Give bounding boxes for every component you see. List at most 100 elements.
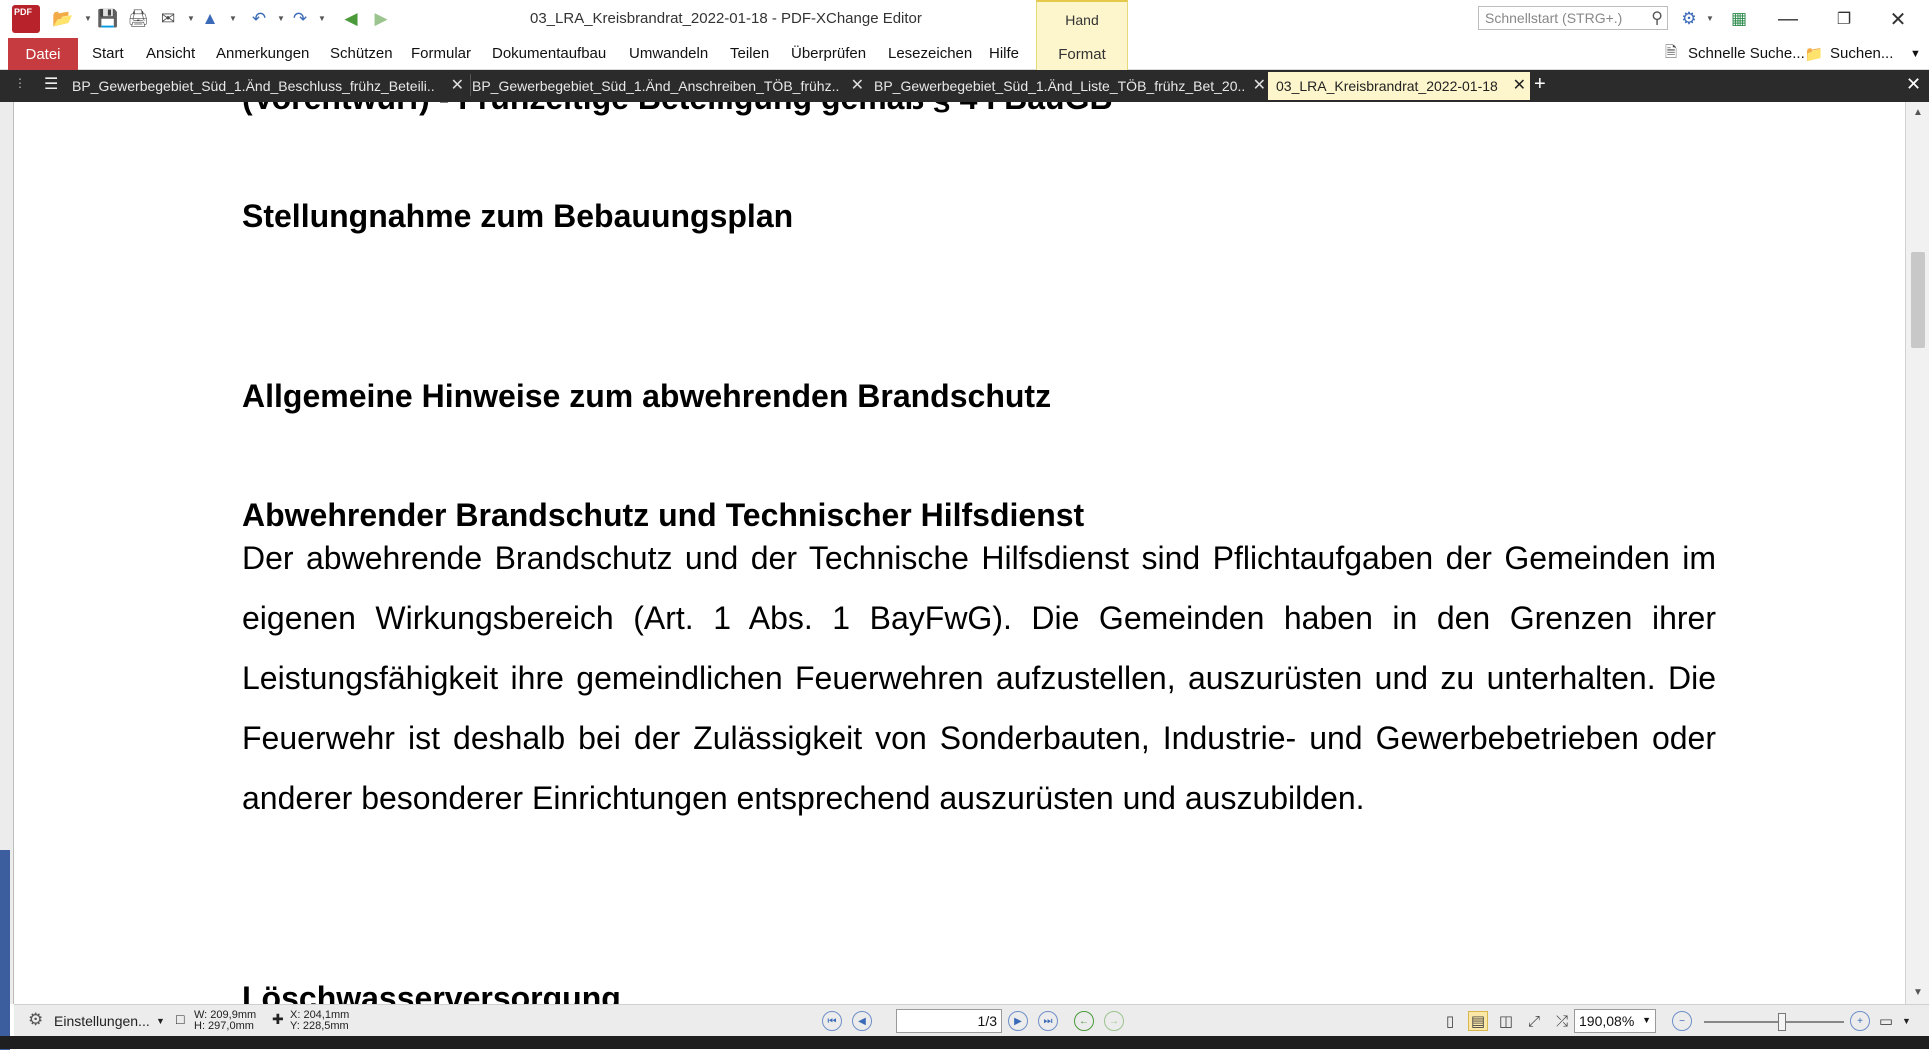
open-dropdown-icon[interactable]: ▼ bbox=[84, 14, 92, 24]
settings-dropdown-icon[interactable]: ▼ bbox=[156, 1016, 165, 1026]
menu-teilen[interactable]: Teilen bbox=[730, 45, 769, 62]
close-window-button[interactable]: ✕ bbox=[1880, 6, 1916, 32]
menu-ansicht[interactable]: Ansicht bbox=[146, 45, 195, 62]
app-logo-icon[interactable]: PDF bbox=[12, 5, 40, 33]
search-folder-icon[interactable]: 📁 bbox=[1803, 43, 1825, 65]
window-title: 03_LRA_Kreisbrandrat_2022-01-18 - PDF-XC… bbox=[530, 10, 922, 27]
undo-dropdown-icon[interactable]: ▼ bbox=[277, 14, 285, 24]
document-tab-bar: ⋮ ☰ BP_Gewerbegebiet_Süd_1.Änd_Beschluss… bbox=[0, 70, 1929, 102]
zoom-level-select[interactable]: 190,08% ▼ bbox=[1574, 1009, 1656, 1033]
cursor-y: Y: 228,5mm bbox=[290, 1020, 349, 1032]
tab-list-icon[interactable]: ☰ bbox=[44, 74, 58, 94]
menu-formular[interactable]: Formular bbox=[411, 45, 471, 62]
redo-dropdown-icon[interactable]: ▼ bbox=[318, 14, 326, 24]
next-view-icon[interactable]: → bbox=[1104, 1011, 1124, 1031]
taskbar-accent bbox=[0, 850, 10, 1050]
ribbon-collapse-icon[interactable]: ▼ bbox=[1910, 48, 1921, 60]
cut-off-heading-top: (Vorentwurf) - Frühzeitige Beteiligung g… bbox=[242, 102, 1113, 117]
tab-kreisbrandrat[interactable]: 03_LRA_Kreisbrandrat_2022-01-18 ✕ bbox=[1268, 72, 1530, 100]
settings-button[interactable]: Einstellungen... bbox=[54, 1013, 150, 1029]
restore-button[interactable]: ❐ bbox=[1826, 6, 1862, 32]
last-page-icon[interactable]: ⏭ bbox=[1038, 1011, 1058, 1031]
zoom-slider-thumb[interactable] bbox=[1778, 1013, 1786, 1031]
quick-search-button[interactable]: Schnelle Suche... bbox=[1688, 45, 1805, 62]
scrollbar-thumb[interactable] bbox=[1911, 252, 1925, 348]
continuous-view-icon[interactable]: ▤ bbox=[1468, 1011, 1488, 1031]
previous-page-icon[interactable]: ◀ bbox=[852, 1011, 872, 1031]
previous-view-icon[interactable]: ← bbox=[1074, 1011, 1094, 1031]
forward-view-icon[interactable]: ▶ bbox=[370, 8, 392, 30]
page-number-input[interactable]: 1/3 bbox=[896, 1009, 1002, 1033]
tab-label: BP_Gewerbegebiet_Süd_1.Änd_Anschreiben_T… bbox=[472, 78, 840, 94]
fit-page-icon[interactable]: ⤢ bbox=[1524, 1011, 1544, 1031]
search-button[interactable]: Suchen... bbox=[1830, 45, 1893, 62]
document-viewport[interactable]: (Vorentwurf) - Frühzeitige Beteiligung g… bbox=[14, 102, 1905, 1004]
redo-icon[interactable]: ↷ bbox=[289, 8, 311, 30]
fullscreen-icon[interactable]: ▦ bbox=[1728, 8, 1750, 30]
layout-dropdown-icon[interactable]: ▼ bbox=[1902, 1016, 1911, 1026]
save-icon[interactable]: 💾 bbox=[97, 8, 119, 30]
menu-file[interactable]: Datei bbox=[8, 38, 78, 70]
menu-umwandeln[interactable]: Umwandeln bbox=[629, 45, 708, 62]
menu-schuetzen[interactable]: Schützen bbox=[330, 45, 393, 62]
open-folder-icon[interactable]: 📂 bbox=[52, 8, 74, 30]
close-icon[interactable]: ✕ bbox=[851, 75, 864, 95]
page-number-value: 1/3 bbox=[977, 1013, 997, 1029]
tab-label: BP_Gewerbegebiet_Süd_1.Änd_Beschluss_frü… bbox=[72, 78, 435, 94]
close-all-tabs-icon[interactable]: ✕ bbox=[1906, 74, 1921, 95]
new-tab-icon[interactable]: + bbox=[1534, 73, 1546, 96]
scan-icon[interactable]: ▲ bbox=[199, 8, 221, 30]
tab-grip-icon[interactable]: ⋮ bbox=[14, 76, 26, 90]
zoom-out-icon[interactable]: − bbox=[1672, 1011, 1692, 1031]
title-bar: PDF 📂 ▼ 💾 🖨 ✉ ▼ ▲ ▼ ↶ ▼ ↷ ▼ ◀ ▶ 03_LRA_K… bbox=[0, 0, 1929, 38]
menu-hilfe[interactable]: Hilfe bbox=[989, 45, 1019, 62]
menu-format[interactable]: Format bbox=[1036, 38, 1128, 70]
ribbon-menu-bar: Datei Start Ansicht Anmerkungen Schützen… bbox=[0, 38, 1929, 70]
body-paragraph: Der abwehrende Brandschutz und der Techn… bbox=[242, 540, 1716, 816]
vertical-scrollbar[interactable]: ▲ ▼ bbox=[1905, 102, 1929, 1004]
close-icon[interactable]: ✕ bbox=[451, 75, 464, 95]
ui-options-icon[interactable]: ⚙ bbox=[1678, 8, 1700, 30]
page-height: H: 297,0mm bbox=[194, 1020, 254, 1032]
minimize-button[interactable]: — bbox=[1770, 6, 1806, 32]
quick-search-icon[interactable]: 🗎 bbox=[1660, 43, 1682, 65]
close-icon[interactable]: ✕ bbox=[1253, 75, 1266, 95]
scroll-down-icon[interactable]: ▼ bbox=[1906, 984, 1929, 1000]
close-icon[interactable]: ✕ bbox=[1513, 75, 1526, 95]
heading-stellungnahme: Stellungnahme zum Bebauungsplan bbox=[242, 198, 794, 234]
zoom-dropdown-icon[interactable]: ▼ bbox=[1642, 1015, 1651, 1025]
menu-ueberpruefen[interactable]: Überprüfen bbox=[791, 45, 866, 62]
cut-off-heading-bottom: Löschwasserversorgung bbox=[242, 980, 621, 1004]
quick-launch-input[interactable]: Schnellstart (STRG+.) ⚲ bbox=[1478, 6, 1668, 30]
email-dropdown-icon[interactable]: ▼ bbox=[187, 14, 195, 24]
scan-dropdown-icon[interactable]: ▼ bbox=[229, 14, 237, 24]
tab-anschreiben[interactable]: BP_Gewerbegebiet_Süd_1.Änd_Anschreiben_T… bbox=[464, 72, 868, 100]
undo-icon[interactable]: ↶ bbox=[248, 8, 270, 30]
single-page-view-icon[interactable]: ▯ bbox=[1440, 1011, 1460, 1031]
fit-width-icon[interactable]: ⤮ bbox=[1552, 1011, 1572, 1031]
zoom-in-icon[interactable]: + bbox=[1850, 1011, 1870, 1031]
facing-view-icon[interactable]: ◫ bbox=[1496, 1011, 1516, 1031]
tab-label: 03_LRA_Kreisbrandrat_2022-01-18 bbox=[1276, 78, 1498, 94]
menu-dokumentaufbau[interactable]: Dokumentaufbau bbox=[492, 45, 606, 62]
print-icon[interactable]: 🖨 bbox=[127, 8, 149, 30]
menu-anmerkungen[interactable]: Anmerkungen bbox=[216, 45, 309, 62]
back-view-icon[interactable]: ◀ bbox=[340, 8, 362, 30]
page-size-icon: □ bbox=[176, 1011, 185, 1027]
zoom-slider-track[interactable] bbox=[1704, 1021, 1844, 1023]
context-tab-hand[interactable]: Hand bbox=[1036, 0, 1128, 38]
tab-liste[interactable]: BP_Gewerbegebiet_Süd_1.Änd_Liste_TÖB_frü… bbox=[866, 72, 1270, 100]
search-icon[interactable]: ⚲ bbox=[1651, 8, 1663, 28]
first-page-icon[interactable]: ⏮ bbox=[822, 1011, 842, 1031]
email-icon[interactable]: ✉ bbox=[157, 8, 179, 30]
menu-start[interactable]: Start bbox=[92, 45, 124, 62]
scroll-up-icon[interactable]: ▲ bbox=[1906, 104, 1929, 120]
zoom-level-value: 190,08% bbox=[1579, 1013, 1635, 1029]
next-page-icon[interactable]: ▶ bbox=[1008, 1011, 1028, 1031]
status-bar: ⚙ Einstellungen... ▼ □ W: 209,9mm H: 297… bbox=[14, 1004, 1929, 1036]
settings-gear-icon[interactable]: ⚙ bbox=[28, 1010, 43, 1030]
window-layout-icon[interactable]: ▭ bbox=[1876, 1011, 1896, 1031]
menu-lesezeichen[interactable]: Lesezeichen bbox=[888, 45, 972, 62]
tab-beschluss[interactable]: BP_Gewerbegebiet_Süd_1.Änd_Beschluss_frü… bbox=[64, 72, 468, 100]
ui-options-dropdown-icon[interactable]: ▼ bbox=[1706, 14, 1714, 24]
